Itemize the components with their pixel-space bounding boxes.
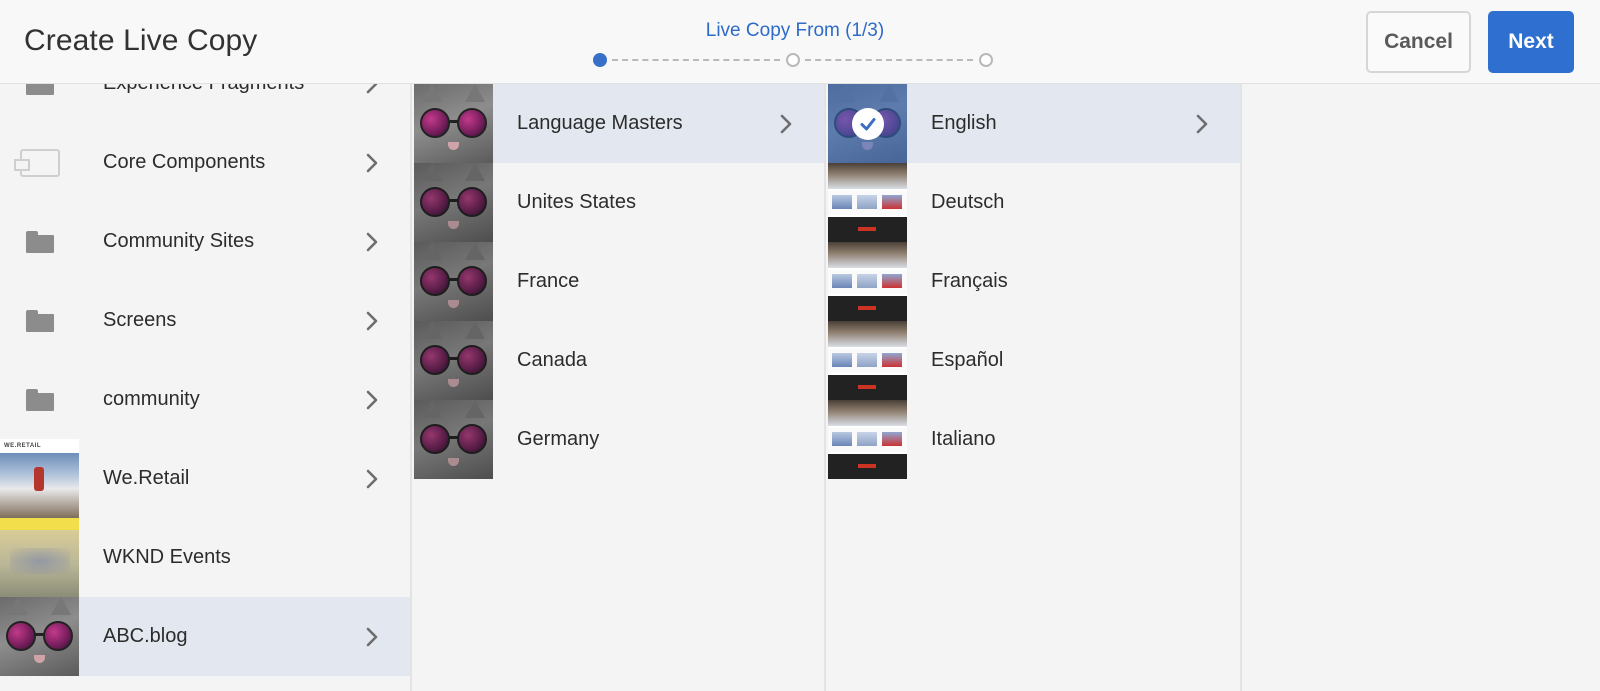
column-item[interactable]: Deutsch bbox=[828, 163, 1240, 242]
column-item[interactable]: WKND Events bbox=[0, 518, 410, 597]
column-item-label: community bbox=[103, 388, 200, 410]
column-item[interactable]: Germany bbox=[414, 400, 824, 479]
column-item-label: ABC.blog bbox=[103, 625, 188, 647]
wizard-connector bbox=[805, 59, 973, 61]
column-item-label: Español bbox=[931, 349, 1004, 371]
site-thumbnail bbox=[0, 518, 79, 597]
column-item-label: Italiano bbox=[931, 428, 996, 450]
wizard-step-3 bbox=[979, 53, 993, 67]
folder-icon bbox=[0, 84, 79, 123]
column-item-selected[interactable]: Language Masters bbox=[414, 84, 824, 163]
column-item-label: Experience Fragments bbox=[103, 84, 354, 95]
column-item[interactable]: France bbox=[414, 242, 824, 321]
column-item-selected[interactable]: ABC.blog bbox=[0, 597, 410, 676]
column-item-label: Germany bbox=[517, 428, 600, 450]
column-item[interactable]: Screens bbox=[0, 281, 410, 360]
wizard-step-label: Live Copy From (1/3) bbox=[705, 20, 885, 41]
column-item-label: France bbox=[517, 270, 580, 292]
column-item[interactable]: Canada bbox=[414, 321, 824, 400]
cat-thumbnail[interactable] bbox=[828, 84, 907, 163]
folder-icon bbox=[0, 202, 79, 281]
chevron-right-icon[interactable] bbox=[354, 617, 390, 657]
site-thumbnail bbox=[828, 242, 907, 321]
selection-overlay[interactable] bbox=[828, 84, 907, 163]
chevron-right-icon[interactable] bbox=[354, 84, 390, 104]
cancel-button[interactable]: Cancel bbox=[1366, 11, 1471, 73]
column-item[interactable]: community bbox=[0, 360, 410, 439]
chevron-right-icon[interactable] bbox=[1184, 104, 1220, 144]
chevron-right-icon[interactable] bbox=[354, 143, 390, 183]
column-item[interactable]: Français bbox=[828, 242, 1240, 321]
column-item-label: Core Components bbox=[103, 151, 266, 173]
column-item[interactable]: Español bbox=[828, 321, 1240, 400]
site-thumbnail bbox=[828, 400, 907, 479]
column-item-label: English bbox=[931, 112, 997, 134]
cat-thumbnail bbox=[414, 321, 493, 400]
next-button[interactable]: Next bbox=[1488, 11, 1574, 73]
wizard-step-1 bbox=[593, 53, 607, 67]
column-item-label: Unites States bbox=[517, 191, 636, 213]
cat-thumbnail bbox=[414, 163, 493, 242]
column-item-label: Canada bbox=[517, 349, 588, 371]
folder-icon bbox=[0, 281, 79, 360]
column-item[interactable]: WE.RETAIL We.Retail bbox=[0, 439, 410, 518]
folder-icon bbox=[0, 360, 79, 439]
column-item[interactable]: Core Components bbox=[0, 123, 410, 202]
site-thumbnail: WE.RETAIL bbox=[0, 439, 79, 518]
column-view-3[interactable]: English Deutsch Français Español Italian… bbox=[828, 84, 1242, 691]
site-thumbnail bbox=[828, 163, 907, 242]
column-item[interactable]: Community Sites bbox=[0, 202, 410, 281]
column-item[interactable]: Italiano bbox=[828, 400, 1240, 479]
cat-thumbnail bbox=[414, 400, 493, 479]
column-item-label: Français bbox=[931, 270, 1008, 292]
column-item-label: Screens bbox=[103, 309, 177, 331]
column-item[interactable]: Experience Fragments bbox=[0, 84, 410, 123]
wizard-progress: Live Copy From (1/3) bbox=[590, 20, 1000, 70]
chevron-right-icon[interactable] bbox=[768, 104, 804, 144]
component-icon bbox=[0, 123, 79, 202]
header-bar: Create Live Copy Live Copy From (1/3) Ca… bbox=[0, 0, 1600, 84]
cat-thumbnail bbox=[0, 597, 79, 676]
chevron-right-icon[interactable] bbox=[354, 222, 390, 262]
column-item[interactable]: Unites States bbox=[414, 163, 824, 242]
wizard-connector bbox=[612, 59, 780, 61]
column-item-label: Community Sites bbox=[103, 230, 255, 252]
checkmark-icon bbox=[851, 107, 884, 140]
chevron-right-icon[interactable] bbox=[354, 459, 390, 499]
cat-thumbnail bbox=[414, 242, 493, 321]
column-item-selected[interactable]: English bbox=[828, 84, 1240, 163]
page-title: Create Live Copy bbox=[24, 24, 258, 57]
column-view-2[interactable]: Language Masters Unites States France Ca… bbox=[414, 84, 826, 691]
column-item-label: We.Retail bbox=[103, 467, 190, 489]
chevron-right-icon[interactable] bbox=[354, 301, 390, 341]
site-thumbnail bbox=[828, 321, 907, 400]
column-item-label: Deutsch bbox=[931, 191, 1005, 213]
column-item-label: Language Masters bbox=[517, 112, 683, 134]
column-item-label: WKND Events bbox=[103, 546, 231, 568]
column-view-4 bbox=[1244, 84, 1600, 691]
chevron-right-icon[interactable] bbox=[354, 380, 390, 420]
cat-thumbnail bbox=[414, 84, 493, 163]
wizard-step-2 bbox=[786, 53, 800, 67]
thumbnail-logo-text: WE.RETAIL bbox=[4, 443, 42, 449]
column-view-1[interactable]: Experience Fragments Core Components Com… bbox=[0, 84, 412, 691]
